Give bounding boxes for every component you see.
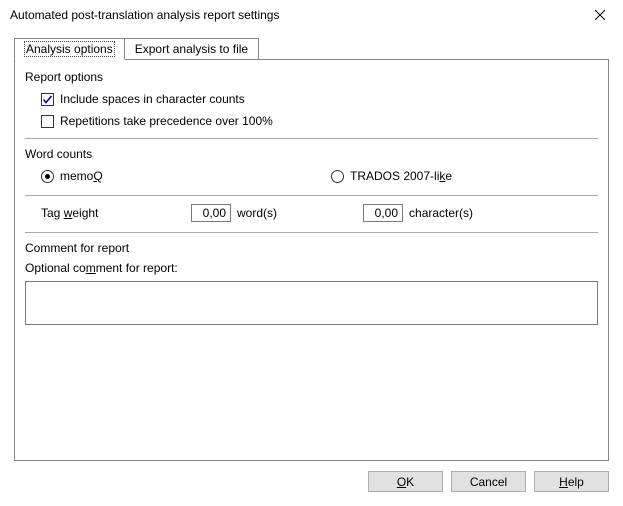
close-icon [595, 10, 605, 20]
checkmark-icon [42, 94, 53, 105]
chars-unit: character(s) [409, 206, 473, 220]
words-unit: word(s) [237, 206, 277, 220]
radio-trados[interactable]: TRADOS 2007-like [331, 169, 452, 183]
group-report-options: Report options Include spaces in charact… [25, 68, 598, 139]
radio-row: memoQ TRADOS 2007-like [25, 167, 598, 191]
close-button[interactable] [585, 3, 615, 27]
tag-weight-chars-input[interactable] [363, 204, 403, 222]
checkbox-repetitions[interactable] [41, 115, 54, 128]
checkbox-label: Repetitions take precedence over 100% [60, 114, 273, 128]
comment-label: Optional comment for report: [25, 261, 598, 275]
group-legend: Report options [25, 68, 598, 90]
group-word-counts: Word counts memoQ TRADOS 2007-like Tag w… [25, 145, 598, 233]
checkbox-row-include-spaces[interactable]: Include spaces in character counts [25, 90, 598, 112]
tab-export-analysis[interactable]: Export analysis to file [125, 38, 259, 59]
titlebar: Automated post-translation analysis repo… [0, 0, 623, 30]
ok-button[interactable]: OK [368, 471, 443, 492]
cancel-button[interactable]: Cancel [451, 471, 526, 492]
radio-button[interactable] [331, 170, 344, 183]
separator [25, 232, 598, 233]
comment-textarea[interactable] [25, 281, 598, 325]
window-title: Automated post-translation analysis repo… [10, 8, 585, 22]
checkbox-include-spaces[interactable] [41, 93, 54, 106]
dialog-window: Automated post-translation analysis repo… [0, 0, 623, 506]
group-comment: Comment for report Optional comment for … [25, 239, 598, 328]
content-area: Analysis options Export analysis to file… [0, 30, 623, 461]
help-button[interactable]: Help [534, 471, 609, 492]
tab-analysis-options[interactable]: Analysis options [14, 38, 125, 60]
radio-label: memoQ [60, 169, 103, 183]
tag-weight-label: Tag weight [41, 206, 191, 220]
tag-weight-words-input[interactable] [191, 204, 231, 222]
radio-label: TRADOS 2007-like [350, 169, 452, 183]
group-legend: Comment for report [25, 239, 598, 261]
checkbox-label: Include spaces in character counts [60, 92, 245, 106]
radio-button[interactable] [41, 170, 54, 183]
radio-memoq[interactable]: memoQ [41, 169, 331, 183]
button-bar: OK Cancel Help [0, 461, 623, 506]
tab-strip: Analysis options Export analysis to file [14, 38, 609, 59]
separator [25, 138, 598, 139]
tab-label: Export analysis to file [135, 42, 248, 56]
tag-weight-row: Tag weight word(s) character(s) [25, 202, 598, 228]
group-legend: Word counts [25, 145, 598, 167]
tab-panel: Report options Include spaces in charact… [14, 59, 609, 461]
tab-label: Analysis options [25, 42, 114, 56]
separator [25, 195, 598, 196]
checkbox-row-repetitions[interactable]: Repetitions take precedence over 100% [25, 112, 598, 134]
